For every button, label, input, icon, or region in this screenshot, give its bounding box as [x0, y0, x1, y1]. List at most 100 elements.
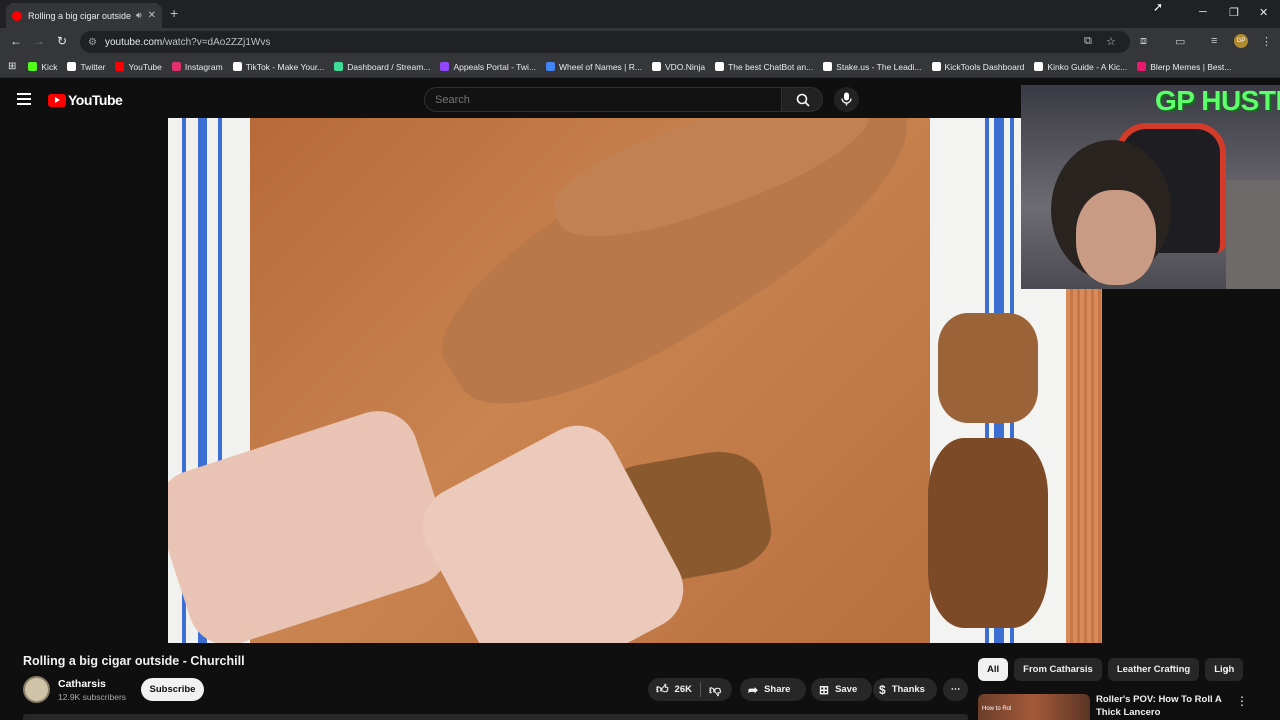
bookmark-favicon-icon — [651, 62, 661, 71]
subscribe-button[interactable]: Subscribe — [141, 678, 204, 701]
microphone-icon — [841, 92, 852, 106]
bookmark-item[interactable]: Appeals Portal - Twi... — [440, 62, 536, 72]
url-path: /watch?v=dAo2ZZj1Wvs — [162, 36, 271, 48]
extensions-icon[interactable]: ⧈ — [1140, 35, 1147, 48]
bookmark-label: TikTok - Make Your... — [245, 61, 325, 72]
bookmark-favicon-icon — [823, 62, 833, 71]
thumbnail-text: How to Rol — [982, 706, 1012, 712]
media-controls-icon[interactable]: ≡ — [1211, 35, 1217, 47]
bookmark-label: VDO.Ninja — [664, 61, 706, 72]
bookmark-label: Wheel of Names | R... — [558, 61, 642, 72]
bookmark-favicon-icon — [715, 62, 725, 71]
new-tab-button[interactable]: + — [170, 5, 178, 21]
browser-tab-bar: Rolling a big cigar outside 🔊︎ ✕ + ➚ ─ ❐… — [0, 0, 1280, 28]
share-arrow-icon: ➦ — [748, 682, 759, 697]
thumbs-down-icon[interactable]: 👎︎ — [709, 683, 721, 698]
save-bookmark-icon: ⊞ — [819, 682, 830, 697]
super-thanks-icon: $ — [879, 682, 886, 697]
bookmark-item[interactable]: Kinko Guide - A Kic... — [1034, 62, 1127, 72]
minimize-window-button[interactable]: ─ — [1199, 6, 1207, 18]
bookmark-item[interactable]: Dashboard / Stream... — [334, 62, 430, 72]
bookmark-item[interactable]: The best ChatBot an... — [715, 62, 813, 72]
profile-avatar[interactable]: GP — [1234, 34, 1248, 48]
search-input[interactable] — [424, 87, 782, 112]
recommendation-filter-chips: All From Catharsis Leather Crafting Ligh — [978, 658, 1249, 681]
browser-tab[interactable]: Rolling a big cigar outside 🔊︎ ✕ — [6, 3, 162, 28]
like-count[interactable]: 26K — [675, 684, 692, 695]
url-host: youtube.com — [104, 36, 163, 48]
bookmark-favicon-icon — [1137, 62, 1147, 71]
cast-icon[interactable]: ▭ — [1175, 35, 1185, 48]
search-icon — [796, 93, 810, 107]
more-horizontal-icon: ⋯ — [950, 684, 961, 695]
filter-chip[interactable]: All — [978, 658, 1009, 681]
bookmark-item[interactable]: Blerp Memes | Best... — [1137, 62, 1231, 72]
site-info-icon[interactable]: ⚙ — [88, 37, 97, 48]
speaker-icon[interactable]: 🔊︎ — [136, 10, 142, 21]
back-arrow-icon[interactable]: ← — [10, 34, 22, 48]
chevron-right-icon[interactable]: › — [1225, 663, 1229, 677]
share-button[interactable]: ➦ Share — [740, 678, 806, 701]
youtube-play-icon — [48, 93, 66, 107]
video-wood-edge — [1066, 288, 1102, 643]
video-title: Rolling a big cigar outside - Churchill — [23, 654, 245, 668]
filter-chip[interactable]: From Catharsis — [1014, 658, 1102, 681]
more-actions-button[interactable]: ⋯ — [943, 678, 968, 701]
save-button[interactable]: ⊞ Save — [811, 678, 872, 701]
kebab-menu-icon[interactable]: ⋮ — [1261, 35, 1272, 48]
restore-window-button[interactable]: ❐ — [1229, 6, 1239, 19]
bookmark-item[interactable]: KickTools Dashboard — [931, 62, 1024, 72]
bookmark-label: YouTube — [128, 61, 162, 72]
bookmark-item[interactable]: Stake.us - The Leadi... — [823, 62, 922, 72]
bookmark-favicon-icon — [115, 62, 125, 71]
channel-avatar[interactable] — [23, 676, 50, 703]
address-bar[interactable]: ⚙ youtube.com /watch?v=dAo2ZZj1Wvs — [80, 31, 1130, 53]
bookmark-favicon-icon — [334, 62, 344, 71]
thanks-button[interactable]: $ Thanks — [873, 678, 937, 701]
recommended-video-thumbnail[interactable]: How to Rol — [978, 694, 1090, 720]
bookmark-label: Blerp Memes | Best... — [1150, 61, 1232, 72]
bookmark-item[interactable]: Wheel of Names | R... — [545, 61, 642, 72]
bookmark-label: Instagram — [184, 61, 223, 72]
bookmark-favicon-icon — [232, 62, 242, 71]
like-dislike-group: 👍︎ 26K 👎︎ — [648, 678, 732, 701]
bookmark-item[interactable]: Instagram — [171, 61, 223, 72]
streamer-webcam: GP HUSTLA — [1021, 85, 1280, 289]
close-tab-icon[interactable]: ✕ — [148, 10, 156, 21]
apps-grid-icon[interactable]: ⊞ — [8, 61, 16, 72]
bookmark-favicon-icon — [440, 62, 450, 71]
reload-icon[interactable]: ↻ — [57, 34, 67, 48]
bookmark-favicon-icon — [28, 62, 38, 71]
hamburger-menu-icon[interactable] — [17, 93, 31, 105]
filter-chip[interactable]: Leather Crafting — [1107, 658, 1200, 681]
tab-title: Rolling a big cigar outside — [28, 10, 132, 21]
voice-search-button[interactable] — [834, 87, 859, 112]
youtube-favicon-icon — [12, 10, 22, 21]
bookmark-item[interactable]: YouTube — [115, 61, 162, 72]
bookmark-star-icon[interactable]: ☆ — [1106, 35, 1116, 48]
recommended-video-menu-icon[interactable]: ⋮ — [1236, 694, 1248, 708]
forward-arrow-icon[interactable]: → — [33, 34, 45, 48]
bookmark-item[interactable]: Twitter — [67, 62, 105, 72]
bookmark-item[interactable]: TikTok - Make Your... — [232, 61, 325, 72]
bookmark-label: Kinko Guide - A Kic... — [1047, 61, 1128, 72]
recommended-video-title[interactable]: Roller's POV: How To Roll A Thick Lancer… — [1096, 693, 1226, 719]
bookmark-item[interactable]: VDO.Ninja — [651, 61, 706, 72]
youtube-wordmark: YouTube — [68, 92, 123, 108]
browser-toolbar: ← → ↻ ⚙ youtube.com /watch?v=dAo2ZZj1Wvs… — [0, 28, 1280, 56]
stream-overlay-text: GP HUSTLA — [1155, 85, 1280, 116]
install-app-icon[interactable]: ⧉ — [1084, 35, 1092, 48]
video-player[interactable] — [168, 118, 1102, 643]
streamer-face — [1076, 190, 1156, 285]
share-label: Share — [764, 684, 791, 695]
channel-name[interactable]: Catharsis — [58, 678, 106, 690]
bookmark-favicon-icon — [545, 62, 555, 71]
thumbs-up-icon[interactable]: 👍︎ — [656, 682, 669, 697]
youtube-logo[interactable]: YouTube — [48, 92, 123, 108]
close-window-button[interactable]: ✕ — [1259, 6, 1268, 19]
bookmarks-bar: ⊞ Kick Twitter YouTube Instagram TikTok - Ma… — [0, 56, 1280, 78]
tobacco-leaves-pile-bottom — [928, 438, 1048, 628]
bookmark-item[interactable]: Kick — [28, 62, 57, 72]
search-button[interactable] — [781, 87, 823, 112]
bookmark-label: Appeals Portal - Twi... — [453, 61, 536, 72]
